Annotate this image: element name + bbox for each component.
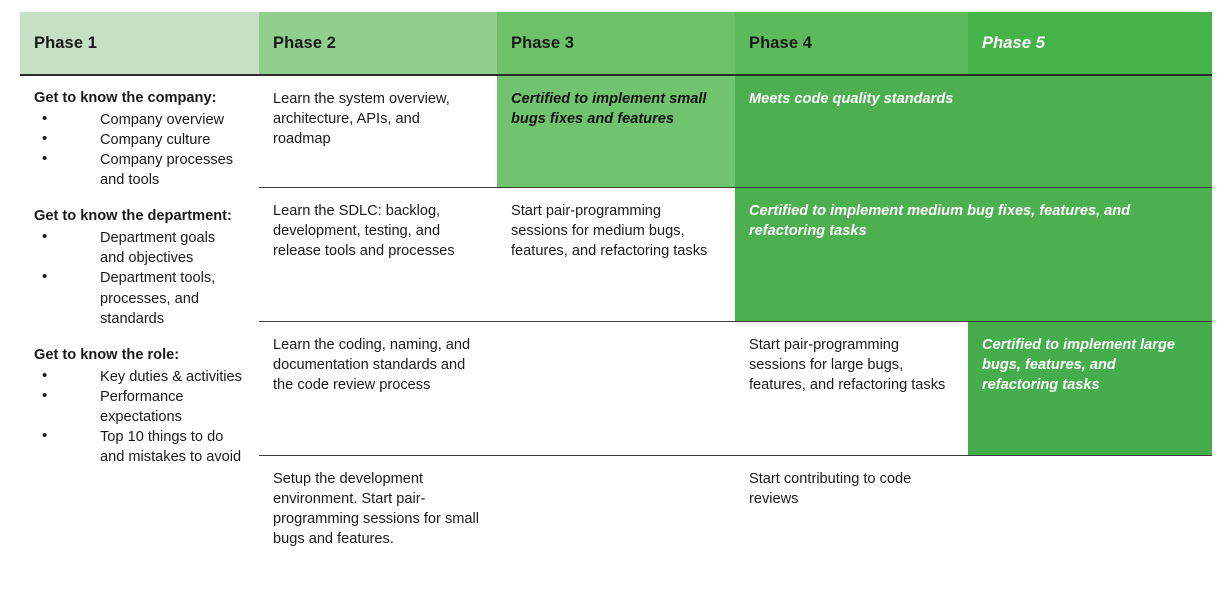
column-header-phase-3: Phase 3	[497, 12, 735, 75]
cell-text: Start contributing to code reviews	[749, 469, 952, 509]
list-item: Department goals and objectives	[34, 228, 243, 268]
phase-roadmap-table: Phase 1 Phase 2 Phase 3 Phase 4 Phase 5 …	[20, 12, 1212, 597]
list-item: Department tools, processes, and standar…	[34, 268, 243, 328]
column-header-phase-4: Phase 4	[735, 12, 968, 75]
phase-1-group: Get to know the company: Company overvie…	[34, 89, 243, 190]
phase-1-group: Get to know the role: Key duties & activ…	[34, 346, 243, 467]
list-item: Top 10 things to do and mistakes to avoi…	[34, 427, 243, 467]
phase-2-cell-row-1: Learn the system overview, architecture,…	[259, 75, 497, 188]
cell-text: Start pair-programming sessions for medi…	[511, 201, 719, 261]
certification-text: Certified to implement medium bug fixes,…	[749, 201, 1196, 241]
phase-2-cell-row-3: Learn the coding, naming, and documentat…	[259, 322, 497, 456]
certification-text: Certified to implement small bugs fixes …	[511, 89, 719, 129]
certification-text: Meets code quality standards	[749, 89, 1196, 109]
cell-text: Learn the system overview, architecture,…	[273, 89, 481, 149]
table-header-row: Phase 1 Phase 2 Phase 3 Phase 4 Phase 5	[20, 12, 1212, 75]
phase-1-group: Get to know the department: Department g…	[34, 207, 243, 328]
column-header-phase-2: Phase 2	[259, 12, 497, 75]
group-title: Get to know the role:	[34, 346, 243, 366]
phase-4-5-merged-cell-row-2: Certified to implement medium bug fixes,…	[735, 188, 1212, 322]
phase-3-cell-row-3	[497, 322, 735, 456]
column-header-phase-1: Phase 1	[20, 12, 259, 75]
roadmap-sheet: Phase 1 Phase 2 Phase 3 Phase 4 Phase 5 …	[0, 0, 1230, 572]
phase-4-cell-row-3: Start pair-programming sessions for larg…	[735, 322, 968, 456]
phase-1-content-cell: Get to know the company: Company overvie…	[20, 75, 259, 597]
phase-2-cell-row-2: Learn the SDLC: backlog, development, te…	[259, 188, 497, 322]
group-title: Get to know the company:	[34, 89, 243, 109]
cell-text: Setup the development environment. Start…	[273, 469, 481, 550]
list-item: Company culture	[34, 130, 243, 150]
phase-5-cell-row-4	[968, 456, 1212, 597]
cell-text: Start pair-programming sessions for larg…	[749, 335, 952, 395]
list-item: Company overview	[34, 110, 243, 130]
list-item: Company processes and tools	[34, 150, 243, 190]
phase-3-cell-row-2: Start pair-programming sessions for medi…	[497, 188, 735, 322]
phase-3-certification-cell-row-1: Certified to implement small bugs fixes …	[497, 75, 735, 188]
cell-text: Learn the SDLC: backlog, development, te…	[273, 201, 481, 261]
list-item: Performance expectations	[34, 387, 243, 427]
phase-5-certification-cell-row-3: Certified to implement large bugs, featu…	[968, 322, 1212, 456]
list-item: Key duties & activities	[34, 367, 243, 387]
phase-3-cell-row-4	[497, 456, 735, 597]
cell-text: Learn the coding, naming, and documentat…	[273, 335, 481, 395]
group-bullet-list: Key duties & activities Performance expe…	[34, 367, 243, 468]
phase-4-cell-row-4: Start contributing to code reviews	[735, 456, 968, 597]
certification-text: Certified to implement large bugs, featu…	[982, 335, 1196, 395]
table-row: Get to know the company: Company overvie…	[20, 75, 1212, 188]
phase-2-cell-row-4: Setup the development environment. Start…	[259, 456, 497, 597]
group-bullet-list: Department goals and objectives Departme…	[34, 228, 243, 329]
phase-4-5-merged-cell-row-1: Meets code quality standards	[735, 75, 1212, 188]
group-title: Get to know the department:	[34, 207, 243, 227]
column-header-phase-5: Phase 5	[968, 12, 1212, 75]
group-bullet-list: Company overview Company culture Company…	[34, 110, 243, 191]
